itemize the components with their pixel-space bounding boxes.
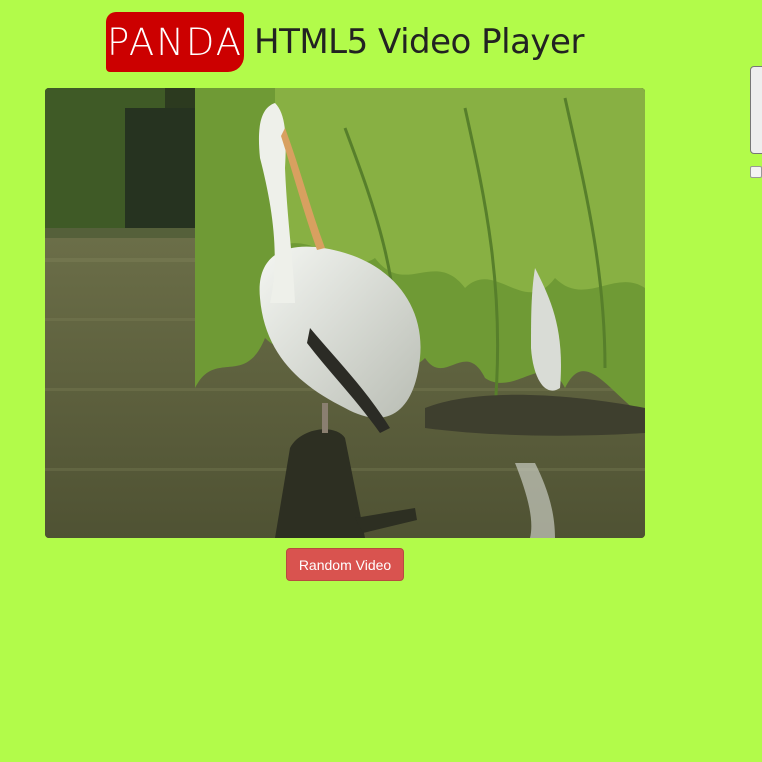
video-frame: [45, 88, 645, 538]
panda-logo: PANDA: [106, 12, 244, 72]
page-title: HTML5 Video Player: [254, 22, 584, 62]
side-checkbox[interactable]: [750, 166, 762, 178]
header: PANDA HTML5 Video Player: [106, 12, 584, 72]
random-video-button[interactable]: Random Video: [286, 548, 404, 581]
page: PANDA HTML5 Video Player Random Video: [0, 0, 762, 762]
video-player[interactable]: [45, 88, 645, 538]
side-panel[interactable]: [750, 66, 762, 154]
